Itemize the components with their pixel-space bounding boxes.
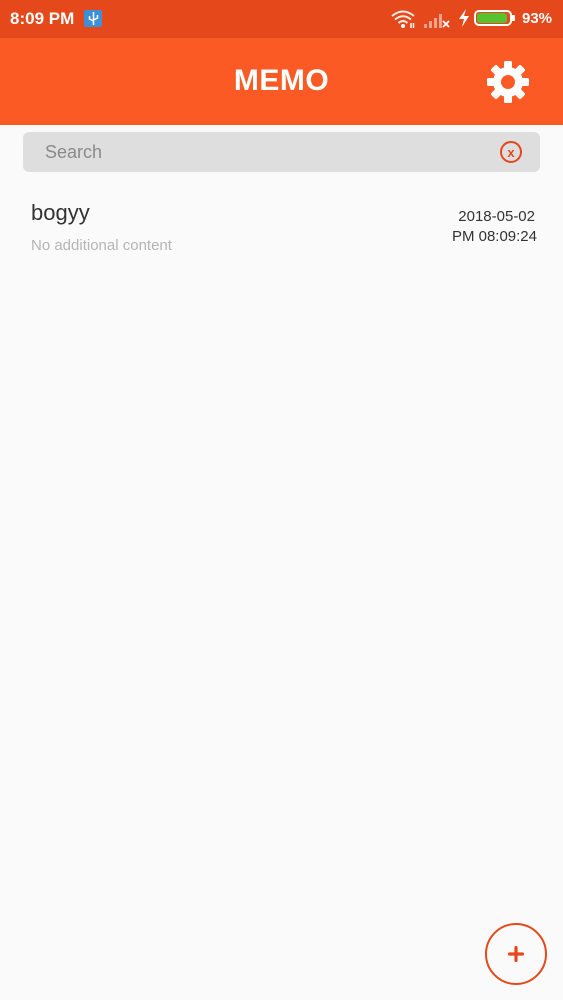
add-memo-button[interactable]: [485, 923, 547, 985]
clear-search-button[interactable]: x: [500, 141, 522, 163]
memo-time: PM 08:09:24: [451, 228, 537, 245]
close-icon: x: [507, 144, 515, 160]
status-time: 8:09 PM: [10, 9, 75, 28]
usb-icon: [84, 10, 102, 27]
memo-preview: No additional content: [31, 237, 172, 254]
list-item[interactable]: bogyy No additional content 2018-05-02 P…: [0, 188, 563, 264]
plus-icon: [508, 946, 524, 962]
battery-level-fill: [477, 13, 507, 23]
app-bar: MEMO: [0, 38, 563, 125]
signal-icon: [424, 11, 450, 33]
battery-tip: [512, 15, 515, 21]
search-input[interactable]: [45, 132, 485, 172]
memo-title: bogyy: [31, 200, 90, 225]
memo-date: 2018-05-02: [458, 208, 535, 225]
battery-percent: 93%: [522, 10, 553, 27]
wifi-icon: [390, 9, 416, 34]
gear-icon: [487, 61, 529, 103]
search-bar: x: [23, 132, 540, 172]
charging-icon: [458, 9, 470, 32]
memo-screen: 8:09 PM 93% MEMO Search x bogyy No addit…: [0, 0, 563, 1000]
settings-button[interactable]: [484, 58, 532, 106]
page-title: MEMO: [233, 64, 330, 97]
status-bar: 8:09 PM 93%: [0, 0, 563, 38]
battery-icon: [474, 10, 512, 26]
